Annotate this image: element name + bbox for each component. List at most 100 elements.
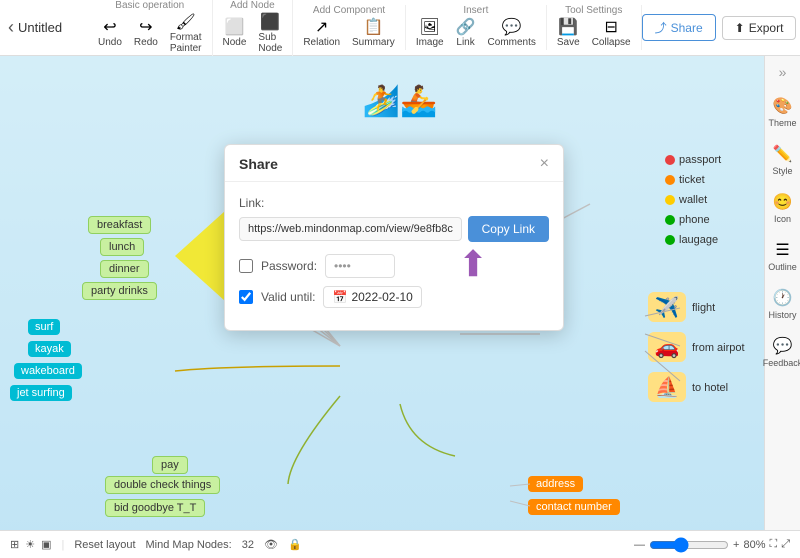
back-arrow[interactable]: ‹ bbox=[8, 17, 14, 38]
transport-airpot-icon[interactable]: 🚗 bbox=[648, 332, 686, 362]
zoom-bar: — + 80% ⛶ ⤢ bbox=[634, 537, 790, 553]
valid-checkbox[interactable] bbox=[239, 290, 253, 304]
modal-title: Share bbox=[239, 156, 278, 172]
undo-icon: ↩ bbox=[103, 20, 116, 36]
node-icon: ⬜ bbox=[224, 20, 244, 36]
insert-label: Insert bbox=[463, 5, 488, 16]
activity-tag-wakeboard[interactable]: wakeboard bbox=[14, 363, 82, 379]
check-wallet[interactable]: wallet bbox=[665, 194, 707, 206]
undo-button[interactable]: ↩ Undo bbox=[94, 18, 126, 50]
link-label: Link: bbox=[239, 196, 549, 210]
collapse-label: Collapse bbox=[592, 37, 631, 48]
node-label: Node bbox=[223, 37, 247, 48]
modal-close-button[interactable]: × bbox=[540, 155, 549, 173]
theme-icon: 🎨 bbox=[773, 96, 793, 116]
image-label: Image bbox=[416, 37, 444, 48]
export-button[interactable]: ⬆ Export bbox=[722, 16, 797, 40]
go-home-tag-bid-goodbye[interactable]: bid goodbye T_T bbox=[105, 499, 205, 517]
canvas[interactable]: breakfast lunch dinner party drinks 🏄🚣 A… bbox=[0, 56, 800, 558]
collapse-button[interactable]: ⊟ Collapse bbox=[588, 18, 635, 50]
status-icon-2[interactable]: ☀ bbox=[25, 538, 35, 551]
lock-icon[interactable]: 🔒 bbox=[288, 538, 302, 551]
password-checkbox[interactable] bbox=[239, 259, 253, 273]
document-title[interactable]: Untitled bbox=[18, 20, 62, 35]
check-passport[interactable]: passport bbox=[665, 154, 721, 166]
image-button[interactable]: 🖼 Image bbox=[412, 18, 448, 50]
reset-layout-button[interactable]: Reset layout bbox=[74, 539, 135, 551]
link-icon: 🔗 bbox=[456, 20, 476, 36]
copy-link-button[interactable]: Copy Link bbox=[468, 216, 549, 242]
comments-icon: 💬 bbox=[502, 20, 522, 36]
check-phone[interactable]: phone bbox=[665, 214, 710, 226]
node-button[interactable]: ⬜ Node bbox=[219, 18, 251, 50]
food-tag-breakfast[interactable]: breakfast bbox=[88, 216, 151, 234]
format-painter-button[interactable]: 🖌 Format Painter bbox=[166, 13, 206, 56]
right-panel: » 🎨 Theme ✏️ Style 😊 Icon ☰ Outline 🕐 Hi… bbox=[764, 56, 800, 558]
status-icon-1[interactable]: ⊞ bbox=[10, 538, 19, 551]
image-icon: 🖼 bbox=[420, 20, 440, 36]
history-label: History bbox=[768, 310, 796, 320]
add-component-items: ↗ Relation 📋 Summary bbox=[299, 18, 399, 50]
food-tag-lunch[interactable]: lunch bbox=[100, 238, 144, 256]
link-input[interactable] bbox=[239, 217, 462, 241]
relation-icon: ↗ bbox=[315, 20, 328, 36]
transport-flight-icon[interactable]: ✈️ bbox=[648, 292, 686, 322]
panel-style[interactable]: ✏️ Style bbox=[770, 140, 794, 180]
redo-icon: ↪ bbox=[139, 20, 152, 36]
activity-tag-kayak[interactable]: kayak bbox=[28, 341, 71, 357]
activities-image: 🏄🚣 bbox=[0, 66, 115, 136]
activity-tag-surf[interactable]: surf bbox=[28, 319, 60, 335]
panel-collapse-arrow[interactable]: » bbox=[779, 64, 787, 80]
zoom-out-icon[interactable]: — bbox=[634, 539, 645, 551]
toolbar-groups: Basic operation ↩ Undo ↪ Redo 🖌 Format P… bbox=[88, 0, 642, 56]
transport-airpot-label: from airpot bbox=[692, 342, 745, 354]
icon-panel-icon: 😊 bbox=[773, 192, 793, 212]
panel-history[interactable]: 🕐 History bbox=[766, 284, 798, 324]
food-tag-party-drinks[interactable]: party drinks bbox=[82, 282, 157, 300]
comments-button[interactable]: 💬 Comments bbox=[484, 18, 540, 50]
link-button[interactable]: 🔗 Link bbox=[452, 18, 480, 50]
status-separator: | bbox=[62, 539, 65, 551]
fullscreen-icon[interactable]: ⤢ bbox=[781, 538, 790, 551]
accom-tag-address[interactable]: address bbox=[528, 476, 583, 492]
format-painter-label: Format Painter bbox=[170, 32, 202, 54]
check-laugage[interactable]: laugage bbox=[665, 234, 718, 246]
passport-dot bbox=[665, 155, 675, 165]
transport-hotel-icon[interactable]: ⛵ bbox=[648, 372, 686, 402]
save-button[interactable]: 💾 Save bbox=[553, 18, 584, 50]
zoom-in-icon[interactable]: + bbox=[733, 539, 739, 551]
sub-node-button[interactable]: ⬛ Sub Node bbox=[254, 13, 286, 56]
panel-feedback[interactable]: 💬 Feedback bbox=[761, 332, 800, 372]
share-modal: Share × Link: Copy Link Password: Valid … bbox=[224, 144, 564, 331]
basic-operation-label: Basic operation bbox=[115, 0, 184, 11]
redo-button[interactable]: ↪ Redo bbox=[130, 18, 162, 50]
fit-screen-icon[interactable]: ⛶ bbox=[769, 538, 777, 551]
panel-theme[interactable]: 🎨 Theme bbox=[766, 92, 798, 132]
add-node-items: ⬜ Node ⬛ Sub Node bbox=[219, 13, 287, 56]
status-icon-3[interactable]: ▣ bbox=[41, 538, 51, 551]
share-icon: ⤴ bbox=[655, 19, 667, 36]
summary-label: Summary bbox=[352, 37, 395, 48]
panel-icon[interactable]: 😊 Icon bbox=[771, 188, 795, 228]
food-tag-dinner[interactable]: dinner bbox=[100, 260, 149, 278]
go-home-tag-pay[interactable]: pay bbox=[152, 456, 188, 474]
export-label: Export bbox=[749, 21, 784, 35]
eye-icon[interactable]: 👁 bbox=[264, 538, 278, 551]
zoom-slider[interactable] bbox=[649, 537, 729, 553]
modal-body: Link: Copy Link Password: Valid until: 📅… bbox=[225, 182, 563, 330]
link-row: Copy Link bbox=[239, 216, 549, 242]
accom-tag-contact[interactable]: contact number bbox=[528, 499, 620, 515]
share-button[interactable]: ⤴ Share bbox=[642, 14, 716, 41]
outline-icon: ☰ bbox=[775, 240, 789, 260]
add-node-label: Add Node bbox=[230, 0, 274, 11]
relation-button[interactable]: ↗ Relation bbox=[299, 18, 344, 50]
panel-outline[interactable]: ☰ Outline bbox=[766, 236, 799, 276]
check-ticket[interactable]: ticket bbox=[665, 174, 705, 186]
style-icon: ✏️ bbox=[773, 144, 793, 164]
activity-tag-jet-surfing[interactable]: jet surfing bbox=[10, 385, 72, 401]
password-input[interactable] bbox=[325, 254, 395, 278]
collapse-icon: ⊟ bbox=[604, 20, 617, 36]
go-home-tag-double-check[interactable]: double check things bbox=[105, 476, 220, 494]
date-picker[interactable]: 📅 2022-02-10 bbox=[323, 286, 421, 308]
summary-button[interactable]: 📋 Summary bbox=[348, 18, 399, 50]
